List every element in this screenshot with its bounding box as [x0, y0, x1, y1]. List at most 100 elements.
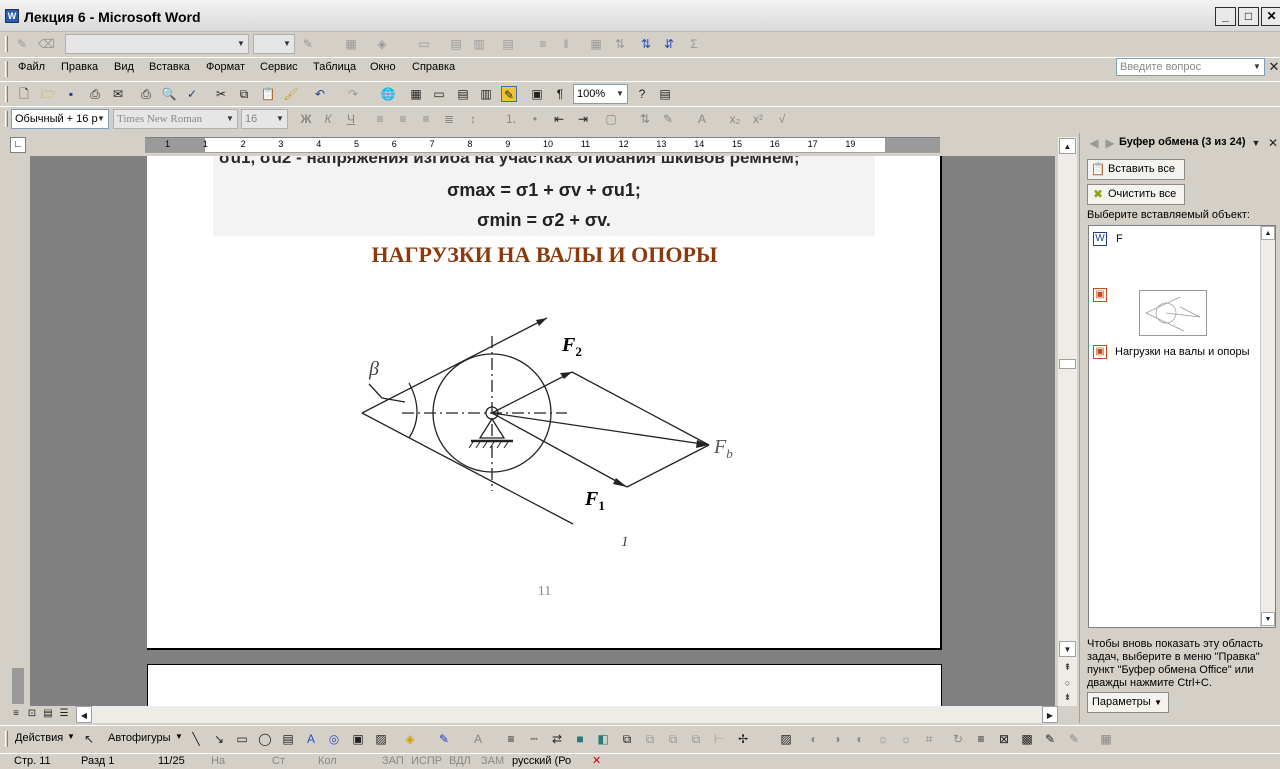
align-right-icon[interactable]: ≡	[418, 111, 434, 127]
vertical-scrollbar[interactable]: ▲ ▼ ⇞ ○ ⇟	[1058, 137, 1077, 706]
outline-view-icon[interactable]: ☰	[56, 706, 72, 722]
permission-icon[interactable]: ⎙	[87, 86, 103, 102]
document-page[interactable]: σu1, σu2 - напряжения изгиба на участках…	[147, 156, 942, 650]
text-wrapping-icon[interactable]: ▩	[1019, 731, 1035, 747]
insert-table-std-icon[interactable]: ▭	[431, 86, 447, 102]
arrow-tool-icon[interactable]: ↘	[211, 731, 227, 747]
task-pane-dropdown-icon[interactable]: ▼	[1248, 135, 1264, 151]
format-picture-icon[interactable]: ✎	[1042, 731, 1058, 747]
underline-icon[interactable]: Ч	[343, 111, 359, 127]
sort-descending-icon[interactable]: ⇵	[661, 36, 677, 52]
horizontal-ruler[interactable]: 1 1 2 3 4 5 6 7 8 9 10 11 12 13 14 15 16 17 19	[145, 137, 940, 153]
eraser-icon[interactable]: ⌫	[38, 36, 55, 52]
align-left-icon[interactable]: ≡	[372, 111, 388, 127]
vertical-ruler[interactable]	[10, 156, 26, 706]
horizontal-scrollbar[interactable]: ◀ ▶	[76, 706, 1058, 723]
excel-sheet-icon[interactable]: ▤	[455, 86, 471, 102]
superscript-icon[interactable]: x²	[750, 111, 766, 127]
tab-selector[interactable]: ∟	[10, 137, 26, 153]
status-trk[interactable]: ИСПР	[411, 754, 442, 769]
autosum-icon[interactable]: Σ	[686, 36, 702, 52]
format-painter-icon[interactable]: 🖌	[283, 86, 299, 102]
clipboard-scrollbar[interactable]: ▲ ▼	[1260, 226, 1275, 627]
highlight-icon[interactable]: ✎	[660, 111, 676, 127]
picture-icon[interactable]: ▨	[373, 731, 389, 747]
line-tool-icon[interactable]: ╲	[188, 731, 204, 747]
equation-icon[interactable]: √	[774, 111, 790, 127]
numbering-icon[interactable]: ⒈	[503, 111, 519, 127]
sort-ascending-icon[interactable]: ⇅	[638, 36, 654, 52]
menu-view[interactable]: Вид	[114, 61, 134, 73]
line-style-icon[interactable]: ≡	[503, 731, 519, 747]
edit-wrap-icon[interactable]: ⧉	[619, 731, 635, 747]
autoformat-table-icon[interactable]: ▦	[588, 36, 604, 52]
insert-table-icon[interactable]: ▭	[416, 36, 432, 52]
minimize-button[interactable]: _	[1215, 7, 1236, 26]
forward-arrow-icon[interactable]: ▶	[1102, 135, 1118, 151]
outside-border-icon[interactable]: ▢	[603, 111, 619, 127]
wordart-icon[interactable]: A	[303, 731, 319, 747]
align-objects-icon[interactable]: ⊢	[711, 731, 727, 747]
scroll-right-icon[interactable]: ▶	[1042, 706, 1058, 723]
border-color-icon[interactable]: ✎	[300, 36, 316, 52]
columns-icon[interactable]: ▥	[478, 86, 494, 102]
fill-color-icon[interactable]: ◈	[402, 731, 418, 747]
menu-edit[interactable]: Правка	[61, 61, 98, 73]
shadow-style-icon[interactable]: ■	[572, 731, 588, 747]
clip-scroll-up-icon[interactable]: ▲	[1261, 226, 1275, 240]
ungroup-icon[interactable]: ⧉	[665, 731, 681, 747]
clipboard-item[interactable]: ▣ Нагрузки на валы и опоры	[1093, 345, 1273, 361]
options-button[interactable]: Параметры ▼	[1087, 692, 1169, 713]
new-document-icon[interactable]: 🗋	[16, 86, 32, 102]
distribute-rows-icon[interactable]: ≡	[535, 36, 551, 52]
actions-menu[interactable]: Действия	[15, 732, 63, 744]
print-layout-icon[interactable]: ▤	[40, 706, 56, 722]
autoshapes-menu[interactable]: Автофигуры	[108, 732, 171, 744]
prev-page-icon[interactable]: ⇞	[1059, 659, 1076, 675]
split-cells-icon[interactable]: ▥	[471, 36, 487, 52]
vertical-scroll-thumb[interactable]	[1059, 359, 1076, 369]
help-icon[interactable]: ?	[634, 86, 650, 102]
paste-all-button[interactable]: 📋 Вставить все	[1087, 159, 1185, 180]
font-color-icon[interactable]: A	[694, 111, 710, 127]
status-rec[interactable]: ЗАП	[382, 754, 404, 769]
textbox-icon[interactable]: ▤	[280, 731, 296, 747]
clipart-icon[interactable]: ▣	[350, 731, 366, 747]
line-style-combo[interactable]: ▼	[65, 34, 249, 54]
borders-icon[interactable]: ▦	[343, 36, 359, 52]
insert-picture-icon[interactable]: ▨	[778, 731, 794, 747]
text-direction-icon[interactable]: ⇅	[612, 36, 628, 52]
rectangle-tool-icon[interactable]: ▭	[234, 731, 250, 747]
style-combo[interactable]: Обычный + 16 р ▼	[11, 109, 109, 129]
normal-view-icon[interactable]: ≡	[8, 706, 24, 722]
undo-icon[interactable]: ↶	[312, 86, 328, 102]
line-spacing-icon[interactable]: ↕	[465, 111, 481, 127]
font-combo[interactable]: Times New Roman ▼	[113, 109, 238, 129]
diagram-icon[interactable]: ◎	[326, 731, 342, 747]
crop-icon[interactable]: ⌗	[921, 731, 937, 747]
toolbar-grip[interactable]	[5, 36, 8, 52]
select-pointer-icon[interactable]: ↖	[81, 731, 97, 747]
clip-scroll-down-icon[interactable]: ▼	[1261, 612, 1275, 626]
word-doc-icon[interactable]: W	[5, 9, 19, 23]
increase-indent-icon[interactable]: ⇥	[575, 111, 591, 127]
shading-icon[interactable]: ◈	[374, 36, 390, 52]
status-ext[interactable]: ВДЛ	[449, 754, 471, 769]
print-icon[interactable]: ⎙	[138, 86, 154, 102]
distribute-cols-icon[interactable]: ‖	[558, 36, 574, 52]
justify-icon[interactable]: ≣	[441, 111, 457, 127]
dash-style-icon[interactable]: ┄	[526, 731, 542, 747]
open-folder-icon[interactable]: 🗁	[40, 86, 56, 102]
cut-icon[interactable]: ✂	[213, 86, 229, 102]
web-view-icon[interactable]: ⊡	[24, 706, 40, 722]
reset-picture-icon[interactable]: ▦	[1098, 731, 1114, 747]
task-pane-close-icon[interactable]: ✕	[1265, 135, 1280, 151]
nudge-icon[interactable]: ✢	[735, 731, 751, 747]
font-color-draw-icon[interactable]: A	[470, 731, 486, 747]
text-direction-fmt-icon[interactable]: ⇅	[637, 111, 653, 127]
group-icon[interactable]: ⧉	[642, 731, 658, 747]
spelling-status-icon[interactable]: ✕	[592, 754, 601, 769]
line-style-pic-icon[interactable]: ≡	[973, 731, 989, 747]
scroll-up-icon[interactable]: ▲	[1059, 138, 1076, 154]
next-page-icon[interactable]: ⇟	[1059, 689, 1076, 705]
